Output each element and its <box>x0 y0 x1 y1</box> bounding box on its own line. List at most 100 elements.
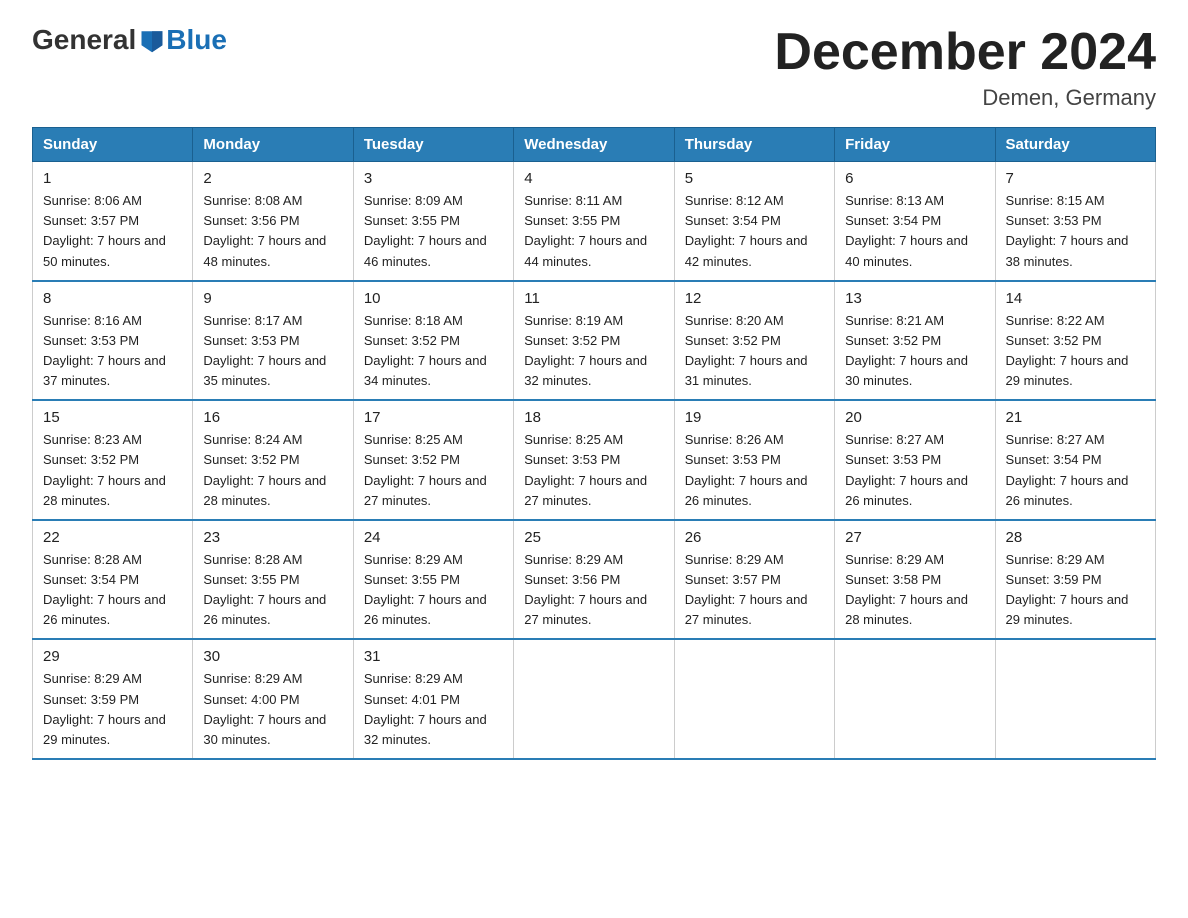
calendar-cell: 27 Sunrise: 8:29 AMSunset: 3:58 PMDayligh… <box>835 520 995 640</box>
day-info: Sunrise: 8:17 AMSunset: 3:53 PMDaylight:… <box>203 311 342 392</box>
calendar-cell <box>835 639 995 759</box>
day-number: 8 <box>43 290 182 307</box>
day-number: 29 <box>43 648 182 665</box>
day-info: Sunrise: 8:29 AMSunset: 3:55 PMDaylight:… <box>364 550 503 631</box>
day-number: 15 <box>43 409 182 426</box>
day-info: Sunrise: 8:27 AMSunset: 3:53 PMDaylight:… <box>845 430 984 511</box>
day-info: Sunrise: 8:12 AMSunset: 3:54 PMDaylight:… <box>685 191 824 272</box>
calendar-header: SundayMondayTuesdayWednesdayThursdayFrid… <box>33 128 1156 162</box>
day-info: Sunrise: 8:28 AMSunset: 3:55 PMDaylight:… <box>203 550 342 631</box>
day-number: 7 <box>1006 170 1145 187</box>
day-info: Sunrise: 8:24 AMSunset: 3:52 PMDaylight:… <box>203 430 342 511</box>
day-number: 30 <box>203 648 342 665</box>
page-header: General Blue December 2024 Demen, German… <box>32 24 1156 111</box>
calendar-cell <box>514 639 674 759</box>
calendar-cell: 23 Sunrise: 8:28 AMSunset: 3:55 PMDayligh… <box>193 520 353 640</box>
calendar-cell: 15 Sunrise: 8:23 AMSunset: 3:52 PMDayligh… <box>33 400 193 520</box>
calendar-cell: 6Sunrise: 8:13 AMSunset: 3:54 PMDaylight… <box>835 162 995 281</box>
day-info: Sunrise: 8:29 AMSunset: 4:00 PMDaylight:… <box>203 669 342 750</box>
calendar-cell: 31Sunrise: 8:29 AMSunset: 4:01 PMDayligh… <box>353 639 513 759</box>
day-info: Sunrise: 8:25 AMSunset: 3:52 PMDaylight:… <box>364 430 503 511</box>
calendar-cell <box>674 639 834 759</box>
page-subtitle: Demen, Germany <box>774 85 1156 111</box>
calendar-cell: 8 Sunrise: 8:16 AMSunset: 3:53 PMDaylight… <box>33 281 193 401</box>
day-info: Sunrise: 8:19 AMSunset: 3:52 PMDaylight:… <box>524 311 663 392</box>
day-number: 31 <box>364 648 503 665</box>
calendar-table: SundayMondayTuesdayWednesdayThursdayFrid… <box>32 127 1156 760</box>
logo-blue: Blue <box>166 24 227 56</box>
day-info: Sunrise: 8:11 AMSunset: 3:55 PMDaylight:… <box>524 191 663 272</box>
calendar-cell: 7 Sunrise: 8:15 AMSunset: 3:53 PMDaylight… <box>995 162 1155 281</box>
day-info: Sunrise: 8:27 AMSunset: 3:54 PMDaylight:… <box>1006 430 1145 511</box>
day-number: 25 <box>524 529 663 546</box>
calendar-week-3: 15 Sunrise: 8:23 AMSunset: 3:52 PMDayligh… <box>33 400 1156 520</box>
calendar-cell <box>995 639 1155 759</box>
calendar-week-1: 1 Sunrise: 8:06 AMSunset: 3:57 PMDaylight… <box>33 162 1156 281</box>
day-info: Sunrise: 8:29 AMSunset: 3:56 PMDaylight:… <box>524 550 663 631</box>
day-number: 22 <box>43 529 182 546</box>
calendar-cell: 4 Sunrise: 8:11 AMSunset: 3:55 PMDaylight… <box>514 162 674 281</box>
calendar-cell: 16 Sunrise: 8:24 AMSunset: 3:52 PMDayligh… <box>193 400 353 520</box>
calendar-cell: 2 Sunrise: 8:08 AMSunset: 3:56 PMDaylight… <box>193 162 353 281</box>
day-info: Sunrise: 8:09 AMSunset: 3:55 PMDaylight:… <box>364 191 503 272</box>
day-info: Sunrise: 8:29 AMSunset: 3:59 PMDaylight:… <box>1006 550 1145 631</box>
day-info: Sunrise: 8:08 AMSunset: 3:56 PMDaylight:… <box>203 191 342 272</box>
day-number: 18 <box>524 409 663 426</box>
day-number: 9 <box>203 290 342 307</box>
calendar-cell: 26Sunrise: 8:29 AMSunset: 3:57 PMDayligh… <box>674 520 834 640</box>
day-number: 13 <box>845 290 984 307</box>
calendar-week-5: 29 Sunrise: 8:29 AMSunset: 3:59 PMDayligh… <box>33 639 1156 759</box>
calendar-week-4: 22 Sunrise: 8:28 AMSunset: 3:54 PMDayligh… <box>33 520 1156 640</box>
day-number: 12 <box>685 290 824 307</box>
day-info: Sunrise: 8:28 AMSunset: 3:54 PMDaylight:… <box>43 550 182 631</box>
calendar-cell: 30 Sunrise: 8:29 AMSunset: 4:00 PMDayligh… <box>193 639 353 759</box>
day-info: Sunrise: 8:21 AMSunset: 3:52 PMDaylight:… <box>845 311 984 392</box>
calendar-cell: 5 Sunrise: 8:12 AMSunset: 3:54 PMDaylight… <box>674 162 834 281</box>
day-info: Sunrise: 8:29 AMSunset: 3:58 PMDaylight:… <box>845 550 984 631</box>
calendar-cell: 22 Sunrise: 8:28 AMSunset: 3:54 PMDayligh… <box>33 520 193 640</box>
day-info: Sunrise: 8:29 AMSunset: 3:59 PMDaylight:… <box>43 669 182 750</box>
day-info: Sunrise: 8:25 AMSunset: 3:53 PMDaylight:… <box>524 430 663 511</box>
calendar-cell: 11Sunrise: 8:19 AMSunset: 3:52 PMDayligh… <box>514 281 674 401</box>
header-cell-sunday: Sunday <box>33 128 193 162</box>
day-info: Sunrise: 8:20 AMSunset: 3:52 PMDaylight:… <box>685 311 824 392</box>
header-cell-thursday: Thursday <box>674 128 834 162</box>
calendar-body: 1 Sunrise: 8:06 AMSunset: 3:57 PMDaylight… <box>33 162 1156 759</box>
header-cell-monday: Monday <box>193 128 353 162</box>
day-number: 21 <box>1006 409 1145 426</box>
calendar-cell: 28 Sunrise: 8:29 AMSunset: 3:59 PMDayligh… <box>995 520 1155 640</box>
day-number: 1 <box>43 170 182 187</box>
day-number: 17 <box>364 409 503 426</box>
logo: General Blue <box>32 24 227 56</box>
day-info: Sunrise: 8:23 AMSunset: 3:52 PMDaylight:… <box>43 430 182 511</box>
calendar-cell: 3Sunrise: 8:09 AMSunset: 3:55 PMDaylight… <box>353 162 513 281</box>
day-number: 4 <box>524 170 663 187</box>
header-cell-saturday: Saturday <box>995 128 1155 162</box>
day-number: 27 <box>845 529 984 546</box>
calendar-cell: 14Sunrise: 8:22 AMSunset: 3:52 PMDayligh… <box>995 281 1155 401</box>
header-cell-tuesday: Tuesday <box>353 128 513 162</box>
day-info: Sunrise: 8:16 AMSunset: 3:53 PMDaylight:… <box>43 311 182 392</box>
day-number: 6 <box>845 170 984 187</box>
calendar-cell: 17 Sunrise: 8:25 AMSunset: 3:52 PMDayligh… <box>353 400 513 520</box>
day-number: 10 <box>364 290 503 307</box>
logo-icon <box>138 26 166 54</box>
day-info: Sunrise: 8:26 AMSunset: 3:53 PMDaylight:… <box>685 430 824 511</box>
calendar-cell: 24 Sunrise: 8:29 AMSunset: 3:55 PMDayligh… <box>353 520 513 640</box>
day-number: 26 <box>685 529 824 546</box>
day-number: 16 <box>203 409 342 426</box>
day-info: Sunrise: 8:06 AMSunset: 3:57 PMDaylight:… <box>43 191 182 272</box>
calendar-cell: 1 Sunrise: 8:06 AMSunset: 3:57 PMDaylight… <box>33 162 193 281</box>
calendar-cell: 18 Sunrise: 8:25 AMSunset: 3:53 PMDayligh… <box>514 400 674 520</box>
day-number: 28 <box>1006 529 1145 546</box>
day-number: 5 <box>685 170 824 187</box>
header-row: SundayMondayTuesdayWednesdayThursdayFrid… <box>33 128 1156 162</box>
day-info: Sunrise: 8:18 AMSunset: 3:52 PMDaylight:… <box>364 311 503 392</box>
day-number: 23 <box>203 529 342 546</box>
day-number: 2 <box>203 170 342 187</box>
day-number: 24 <box>364 529 503 546</box>
calendar-week-2: 8 Sunrise: 8:16 AMSunset: 3:53 PMDaylight… <box>33 281 1156 401</box>
calendar-cell: 12 Sunrise: 8:20 AMSunset: 3:52 PMDayligh… <box>674 281 834 401</box>
calendar-cell: 29 Sunrise: 8:29 AMSunset: 3:59 PMDayligh… <box>33 639 193 759</box>
day-info: Sunrise: 8:15 AMSunset: 3:53 PMDaylight:… <box>1006 191 1145 272</box>
